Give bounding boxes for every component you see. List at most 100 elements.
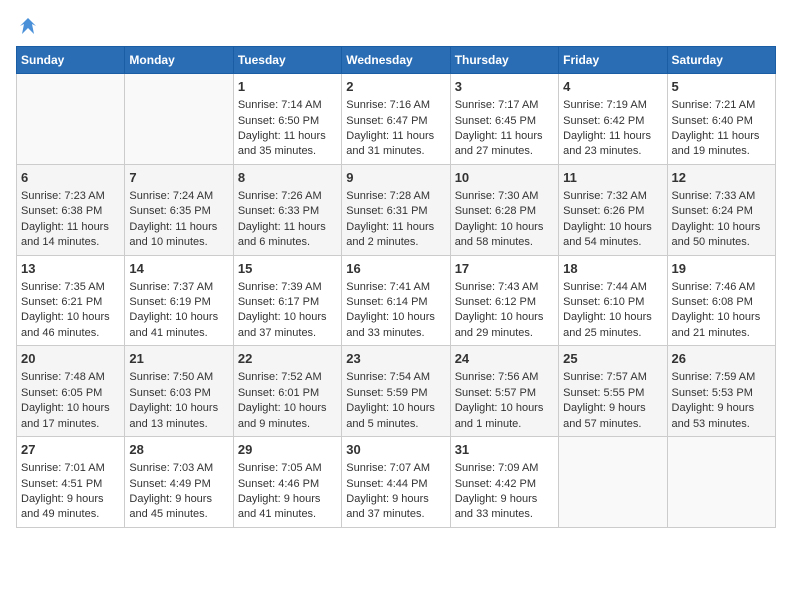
day-info-line: Sunrise: 7:14 AM [238,98,337,113]
calendar-cell: 7Sunrise: 7:24 AMSunset: 6:35 PMDaylight… [125,164,233,255]
day-header-friday: Friday [559,47,667,74]
calendar-cell: 27Sunrise: 7:01 AMSunset: 4:51 PMDayligh… [17,437,125,528]
day-number: 17 [455,260,554,278]
day-info-line: Sunset: 4:42 PM [455,477,554,492]
day-info-line: Sunset: 5:57 PM [455,386,554,401]
day-info-line: Daylight: 11 hours and 23 minutes. [563,129,662,160]
day-number: 7 [129,169,228,187]
day-info-line: Daylight: 10 hours and 5 minutes. [346,401,445,432]
calendar-cell [125,74,233,165]
day-info-line: Sunset: 6:03 PM [129,386,228,401]
day-number: 13 [21,260,120,278]
day-info-line: Sunrise: 7:39 AM [238,280,337,295]
day-info-line: Sunrise: 7:30 AM [455,189,554,204]
calendar-week-row: 6Sunrise: 7:23 AMSunset: 6:38 PMDaylight… [17,164,776,255]
day-number: 18 [563,260,662,278]
day-info-line: Sunset: 6:31 PM [346,204,445,219]
calendar-table: SundayMondayTuesdayWednesdayThursdayFrid… [16,46,776,528]
day-info-line: Daylight: 11 hours and 6 minutes. [238,220,337,251]
day-info-line: Sunrise: 7:44 AM [563,280,662,295]
day-number: 27 [21,441,120,459]
calendar-week-row: 13Sunrise: 7:35 AMSunset: 6:21 PMDayligh… [17,255,776,346]
day-info-line: Sunset: 6:26 PM [563,204,662,219]
logo [16,16,38,36]
day-info-line: Sunrise: 7:24 AM [129,189,228,204]
calendar-cell [667,437,775,528]
calendar-cell: 21Sunrise: 7:50 AMSunset: 6:03 PMDayligh… [125,346,233,437]
day-number: 15 [238,260,337,278]
calendar-cell [559,437,667,528]
calendar-cell: 23Sunrise: 7:54 AMSunset: 5:59 PMDayligh… [342,346,450,437]
day-number: 9 [346,169,445,187]
day-info-line: Sunrise: 7:07 AM [346,461,445,476]
day-number: 8 [238,169,337,187]
day-info-line: Sunset: 6:08 PM [672,295,771,310]
calendar-cell: 4 Sunrise: 7:19 AMSunset: 6:42 PMDaylight… [559,74,667,165]
calendar-cell: 24Sunrise: 7:56 AMSunset: 5:57 PMDayligh… [450,346,558,437]
day-info-line: Daylight: 11 hours and 27 minutes. [455,129,554,160]
day-info-line: Daylight: 10 hours and 9 minutes. [238,401,337,432]
day-number: 1 [238,78,337,96]
calendar-week-row: 27Sunrise: 7:01 AMSunset: 4:51 PMDayligh… [17,437,776,528]
day-number: 20 [21,350,120,368]
day-number: 2 [346,78,445,96]
day-info-line: Daylight: 11 hours and 19 minutes. [672,129,771,160]
page-header [16,16,776,36]
calendar-cell: 5Sunrise: 7:21 AMSunset: 6:40 PMDaylight… [667,74,775,165]
day-info-line: Sunrise: 7:46 AM [672,280,771,295]
calendar-cell: 9Sunrise: 7:28 AMSunset: 6:31 PMDaylight… [342,164,450,255]
day-info-line: Sunset: 4:44 PM [346,477,445,492]
calendar-header-row: SundayMondayTuesdayWednesdayThursdayFrid… [17,47,776,74]
day-info-line: Sunset: 6:38 PM [21,204,120,219]
day-info-line: Sunrise: 7:16 AM [346,98,445,113]
day-info-line: Sunset: 5:55 PM [563,386,662,401]
calendar-cell: 6Sunrise: 7:23 AMSunset: 6:38 PMDaylight… [17,164,125,255]
day-info-line: Daylight: 10 hours and 13 minutes. [129,401,228,432]
day-number: 29 [238,441,337,459]
day-header-tuesday: Tuesday [233,47,341,74]
day-info-line: Sunrise: 7:19 AM [563,98,662,113]
day-info-line: Daylight: 10 hours and 29 minutes. [455,310,554,341]
day-info-line: Sunrise: 7:56 AM [455,370,554,385]
day-info-line: Sunset: 6:42 PM [563,114,662,129]
day-info-line: Sunset: 6:17 PM [238,295,337,310]
day-number: 12 [672,169,771,187]
day-header-saturday: Saturday [667,47,775,74]
calendar-cell: 31Sunrise: 7:09 AMSunset: 4:42 PMDayligh… [450,437,558,528]
calendar-cell: 12Sunrise: 7:33 AMSunset: 6:24 PMDayligh… [667,164,775,255]
day-header-monday: Monday [125,47,233,74]
day-number: 28 [129,441,228,459]
calendar-cell: 13Sunrise: 7:35 AMSunset: 6:21 PMDayligh… [17,255,125,346]
calendar-cell: 19Sunrise: 7:46 AMSunset: 6:08 PMDayligh… [667,255,775,346]
day-info-line: Sunrise: 7:01 AM [21,461,120,476]
calendar-cell: 20Sunrise: 7:48 AMSunset: 6:05 PMDayligh… [17,346,125,437]
day-number: 26 [672,350,771,368]
day-info-line: Sunrise: 7:32 AM [563,189,662,204]
day-info-line: Sunrise: 7:54 AM [346,370,445,385]
day-info-line: Daylight: 9 hours and 53 minutes. [672,401,771,432]
calendar-cell: 28Sunrise: 7:03 AMSunset: 4:49 PMDayligh… [125,437,233,528]
day-number: 10 [455,169,554,187]
day-info-line: Daylight: 10 hours and 37 minutes. [238,310,337,341]
day-number: 11 [563,169,662,187]
day-info-line: Daylight: 11 hours and 10 minutes. [129,220,228,251]
day-number: 5 [672,78,771,96]
day-number: 16 [346,260,445,278]
day-info-line: Daylight: 11 hours and 31 minutes. [346,129,445,160]
day-number: 3 [455,78,554,96]
day-info-line: Daylight: 10 hours and 41 minutes. [129,310,228,341]
day-number: 4 [563,78,662,96]
day-number: 30 [346,441,445,459]
day-info-line: Sunset: 6:50 PM [238,114,337,129]
day-info-line: Daylight: 11 hours and 35 minutes. [238,129,337,160]
day-number: 21 [129,350,228,368]
day-info-line: Daylight: 9 hours and 37 minutes. [346,492,445,523]
day-info-line: Daylight: 10 hours and 58 minutes. [455,220,554,251]
day-info-line: Sunset: 6:01 PM [238,386,337,401]
day-info-line: Sunrise: 7:03 AM [129,461,228,476]
day-info-line: Daylight: 9 hours and 45 minutes. [129,492,228,523]
day-info-line: Sunrise: 7:52 AM [238,370,337,385]
day-info-line: Daylight: 9 hours and 57 minutes. [563,401,662,432]
calendar-cell: 25Sunrise: 7:57 AMSunset: 5:55 PMDayligh… [559,346,667,437]
day-info-line: Sunset: 4:46 PM [238,477,337,492]
